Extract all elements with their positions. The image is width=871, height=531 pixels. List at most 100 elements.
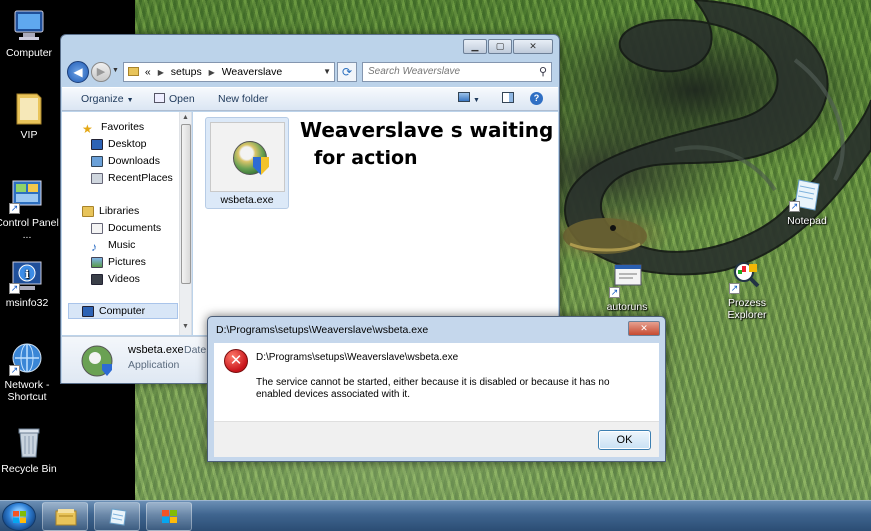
desktop-icon-recycle-bin[interactable]: Recycle Bin	[0, 424, 64, 475]
organize-button[interactable]: Organize ▼	[81, 93, 134, 105]
recent-places-icon	[91, 172, 103, 184]
nav-recent-places[interactable]: RecentPlaces	[91, 172, 173, 184]
breadcrumb-weaverslave[interactable]: Weaverslave	[222, 66, 283, 78]
window-controls: ▁ ▢ ✕	[462, 39, 553, 54]
new-folder-button[interactable]: New folder	[218, 93, 268, 105]
help-button[interactable]: ?	[530, 92, 543, 105]
star-icon: ★	[82, 121, 93, 136]
nav-documents[interactable]: Documents	[91, 222, 161, 234]
open-button[interactable]: Open	[154, 93, 195, 105]
address-dropdown-icon[interactable]: ▼	[323, 63, 331, 81]
forward-button[interactable]: ▶	[91, 62, 111, 82]
details-date-label: Date	[184, 344, 207, 356]
nav-label: Documents	[108, 222, 162, 234]
breadcrumb-setups[interactable]: setups	[171, 66, 202, 78]
nav-label: Desktop	[108, 138, 147, 150]
chevron-right-icon[interactable]: ▶	[209, 68, 215, 77]
help-icon: ?	[530, 92, 543, 105]
annotation-line-1: Weaverslave s waiting	[300, 118, 554, 142]
desktop-icon-process-explorer[interactable]: ↗ Prozess Explorer	[712, 258, 782, 321]
taskbar-installer-button[interactable]	[146, 502, 192, 531]
videos-icon	[91, 273, 103, 285]
recent-pages-dropdown-icon[interactable]: ▼	[112, 67, 119, 74]
close-button[interactable]: ✕	[513, 39, 553, 54]
desktop-icon-msinfo32[interactable]: i ↗ msinfo32	[0, 258, 62, 309]
nav-pictures[interactable]: Pictures	[91, 256, 146, 268]
nav-label: Music	[108, 239, 136, 251]
dialog-window-controls: ✕	[627, 321, 660, 336]
nav-label: RecentPlaces	[108, 172, 173, 184]
windows-logo-icon	[13, 511, 26, 523]
refresh-button[interactable]: ⟳	[337, 62, 357, 82]
dialog-body: ✕ D:\Programs\setups\Weaverslave\wsbeta.…	[214, 343, 659, 421]
nav-label: Favorites	[101, 121, 145, 133]
computer-icon	[82, 305, 94, 317]
desktop-icon-control-panel[interactable]: ↗ Control Panel ...	[0, 178, 62, 241]
nav-music[interactable]: ♪ Music	[91, 239, 136, 254]
command-bar: Organize ▼ Open New folder ▼ ?	[62, 87, 558, 111]
nav-downloads[interactable]: Downloads	[91, 155, 160, 167]
desktop-icon-computer[interactable]: Computer	[0, 8, 64, 59]
view-icon	[458, 92, 470, 102]
desktop-icon-label: Recycle Bin	[1, 463, 57, 475]
error-icon: ✕	[224, 349, 248, 373]
maximize-button[interactable]: ▢	[488, 39, 512, 54]
control-panel-icon: ↗	[9, 178, 45, 214]
new-folder-label: New folder	[218, 93, 269, 105]
nav-label: Pictures	[108, 256, 146, 268]
desktop-icon-autoruns[interactable]: ↗ autoruns	[592, 262, 662, 313]
file-name: wsbeta.exe	[220, 194, 274, 206]
nav-scrollbar[interactable]: ▲ ▼	[179, 112, 191, 335]
error-dialog: D:\Programs\setups\Weaverslave\wsbeta.ex…	[207, 316, 666, 462]
open-label: Open	[169, 93, 195, 105]
chevron-down-icon: ▼	[473, 97, 480, 104]
dialog-close-button[interactable]: ✕	[628, 321, 660, 336]
annotation-line-2: for action	[314, 147, 418, 169]
nav-videos[interactable]: Videos	[91, 273, 140, 285]
notepad-icon	[109, 508, 127, 526]
change-view-button[interactable]: ▼	[458, 92, 480, 105]
scroll-up-icon[interactable]: ▲	[182, 114, 189, 121]
breadcrumb-overflow[interactable]: «	[145, 66, 151, 78]
pictures-icon	[91, 256, 103, 268]
back-button[interactable]: ◀	[67, 61, 89, 83]
address-bar[interactable]: « ▶ setups ▶ Weaverslave ▼	[123, 62, 335, 82]
chevron-right-icon[interactable]: ▶	[158, 68, 164, 77]
open-icon	[154, 93, 165, 103]
nav-favorites[interactable]: ★ Favorites	[82, 121, 145, 136]
search-input[interactable]: Search Weaverslave ⚲	[362, 62, 552, 82]
shortcut-arrow-icon: ↗	[789, 201, 800, 212]
downloads-icon	[91, 155, 103, 167]
file-thumbnail	[210, 122, 285, 192]
ok-button[interactable]: OK	[598, 430, 651, 450]
start-button[interactable]	[2, 502, 36, 531]
search-icon[interactable]: ⚲	[539, 63, 547, 81]
desktop-icon-label: autoruns	[606, 301, 648, 313]
navigation-pane: ★ Favorites Desktop Downloads RecentPlace…	[62, 112, 192, 335]
nav-desktop[interactable]: Desktop	[91, 138, 147, 150]
file-item-wsbeta[interactable]: wsbeta.exe	[205, 117, 289, 209]
taskbar-notepad-button[interactable]	[94, 502, 140, 531]
preview-pane-icon	[502, 92, 514, 103]
desktop-icon-notepad[interactable]: ↗ Notepad	[772, 176, 842, 227]
desktop-icon-label: Control Panel ...	[0, 217, 59, 241]
nav-computer[interactable]: Computer	[68, 303, 178, 319]
preview-pane-button[interactable]	[502, 92, 514, 106]
scrollbar-thumb[interactable]	[181, 124, 191, 284]
desktop-icon-label: Prozess Explorer	[727, 297, 767, 321]
desktop-icon-vip[interactable]: VIP	[0, 90, 64, 141]
libraries-icon	[82, 205, 94, 217]
scroll-down-icon[interactable]: ▼	[182, 323, 189, 330]
desktop-icon-network[interactable]: ↗ Network - Shortcut	[0, 340, 62, 403]
process-explorer-icon: ↗	[729, 258, 765, 294]
organize-label: Organize	[81, 93, 124, 105]
nav-label: Libraries	[99, 205, 140, 217]
documents-icon	[91, 222, 103, 234]
search-placeholder: Search Weaverslave	[368, 66, 461, 77]
minimize-button[interactable]: ▁	[463, 39, 487, 54]
nav-libraries[interactable]: Libraries	[82, 205, 139, 217]
recycle-bin-icon	[11, 424, 47, 460]
dialog-title: D:\Programs\setups\Weaverslave\wsbeta.ex…	[216, 324, 429, 336]
desktop-icon-label: msinfo32	[5, 297, 49, 309]
taskbar-explorer-button[interactable]	[42, 502, 88, 531]
